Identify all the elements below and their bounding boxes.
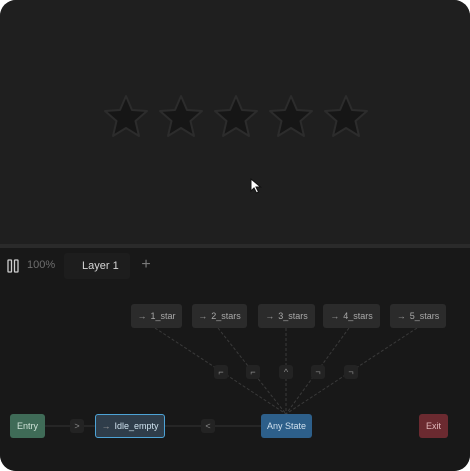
arrow-icon: → (137, 311, 147, 321)
state-label: Idle_empty (114, 421, 159, 431)
app-frame: 100% Layer 1 + → 1_star → 2_stars → 3_st… (0, 0, 470, 471)
transition-3-stars-icon[interactable]: ^ (279, 365, 293, 379)
state-node-1-star[interactable]: → 1_star (131, 304, 182, 328)
state-node-4-stars[interactable]: → 4_stars (323, 304, 380, 328)
state-graph-connections (45, 327, 418, 427)
entry-node[interactable]: Entry (10, 414, 45, 438)
state-node-2-stars[interactable]: → 2_stars (192, 304, 247, 328)
arrow-icon: → (265, 311, 275, 321)
arrow-icon: → (101, 421, 111, 431)
state-label: 4_stars (343, 311, 373, 321)
any-state-node[interactable]: Any State (261, 414, 312, 438)
transition-5-stars-icon[interactable]: ¬ (344, 365, 358, 379)
state-node-3-stars[interactable]: → 3_stars (258, 304, 315, 328)
state-node-5-stars[interactable]: → 5_stars (390, 304, 446, 328)
exit-label: Exit (425, 421, 441, 431)
state-label: 3_stars (278, 311, 308, 321)
state-label: 2_stars (211, 311, 241, 321)
any-state-label: Any State (266, 421, 307, 431)
transition-4-stars-icon[interactable]: ¬ (311, 365, 325, 379)
state-label: 5_stars (409, 311, 440, 321)
transition-anystate-chevron-icon[interactable]: < (201, 419, 215, 433)
state-label: 1_star (150, 311, 176, 321)
transition-2-stars-icon[interactable]: ⌐ (246, 365, 260, 379)
transition-1-star-icon[interactable]: ⌐ (214, 365, 228, 379)
state-node-idle-empty[interactable]: → Idle_empty (95, 414, 165, 438)
entry-label: Entry (16, 421, 38, 431)
arrow-icon: → (198, 311, 208, 321)
transition-entry-chevron-icon[interactable]: > (70, 419, 84, 433)
arrow-icon: → (330, 311, 340, 321)
arrow-icon: → (396, 311, 406, 321)
exit-node[interactable]: Exit (419, 414, 448, 438)
